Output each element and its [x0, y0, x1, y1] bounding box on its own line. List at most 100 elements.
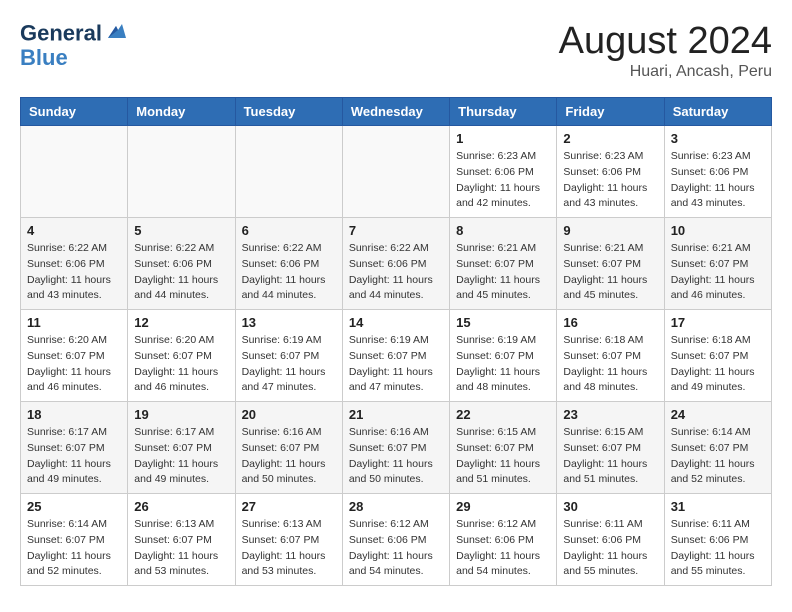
cell-line: Daylight: 11 hours — [242, 365, 336, 381]
day-number: 15 — [456, 315, 550, 330]
day-number: 16 — [563, 315, 657, 330]
cell-line: Sunset: 6:06 PM — [563, 165, 657, 181]
cell-content: Sunrise: 6:16 AMSunset: 6:07 PMDaylight:… — [349, 425, 443, 488]
cell-content: Sunrise: 6:23 AMSunset: 6:06 PMDaylight:… — [563, 149, 657, 212]
cell-content: Sunrise: 6:21 AMSunset: 6:07 PMDaylight:… — [671, 241, 765, 304]
cell-line: Sunset: 6:06 PM — [671, 165, 765, 181]
cell-line: and 52 minutes. — [27, 564, 121, 580]
cell-line: Sunrise: 6:22 AM — [242, 241, 336, 257]
cell-line: Sunset: 6:07 PM — [242, 349, 336, 365]
cell-line: Daylight: 11 hours — [242, 549, 336, 565]
cell-content: Sunrise: 6:17 AMSunset: 6:07 PMDaylight:… — [27, 425, 121, 488]
cell-line: Sunset: 6:07 PM — [27, 349, 121, 365]
logo: General Blue — [20, 20, 130, 71]
calendar-cell: 29 Sunrise: 6:12 AMSunset: 6:06 PMDayligh… — [450, 494, 557, 586]
cell-line: Sunset: 6:07 PM — [456, 257, 550, 273]
cell-line: Sunset: 6:06 PM — [134, 257, 228, 273]
cell-line: Sunset: 6:06 PM — [563, 533, 657, 549]
cell-line: and 47 minutes. — [242, 380, 336, 396]
calendar-cell: 22Sunrise: 6:15 AMSunset: 6:07 PMDayligh… — [450, 402, 557, 494]
cell-line: Sunrise: 6:19 AM — [456, 333, 550, 349]
cell-line: Sunrise: 6:19 AM — [242, 333, 336, 349]
cell-line: Daylight: 11 hours — [134, 273, 228, 289]
day-number: 4 — [27, 223, 121, 238]
calendar-cell: 9Sunrise: 6:21 AMSunset: 6:07 PMDaylight… — [557, 218, 664, 310]
cell-line: Daylight: 11 hours — [456, 549, 550, 565]
calendar-week-row: 18Sunrise: 6:17 AMSunset: 6:07 PMDayligh… — [21, 402, 772, 494]
cell-line: Sunrise: 6:19 AM — [349, 333, 443, 349]
day-number: 28 — [349, 499, 443, 514]
cell-line: Daylight: 11 hours — [134, 457, 228, 473]
cell-content: Sunrise: 6:20 AMSunset: 6:07 PMDaylight:… — [27, 333, 121, 396]
calendar-cell: 6Sunrise: 6:22 AMSunset: 6:06 PMDaylight… — [235, 218, 342, 310]
calendar-cell: 24Sunrise: 6:14 AMSunset: 6:07 PMDayligh… — [664, 402, 771, 494]
cell-line: Daylight: 11 hours — [456, 365, 550, 381]
cell-line: and 55 minutes. — [671, 564, 765, 580]
day-number: 23 — [563, 407, 657, 422]
cell-line: Sunset: 6:07 PM — [456, 349, 550, 365]
cell-line: Sunset: 6:07 PM — [671, 349, 765, 365]
cell-content: Sunrise: 6:14 AMSunset: 6:07 PMDaylight:… — [27, 517, 121, 580]
cell-content: Sunrise: 6:19 AMSunset: 6:07 PMDaylight:… — [242, 333, 336, 396]
cell-line: Sunrise: 6:17 AM — [134, 425, 228, 441]
calendar-cell: 16Sunrise: 6:18 AMSunset: 6:07 PMDayligh… — [557, 310, 664, 402]
cell-line: Sunrise: 6:12 AM — [456, 517, 550, 533]
cell-line: Sunset: 6:07 PM — [671, 441, 765, 457]
cell-content: Sunrise: 6:23 AMSunset: 6:06 PMDaylight:… — [456, 149, 550, 212]
cell-content: Sunrise: 6:12 AMSunset: 6:06 PMDaylight:… — [456, 517, 550, 580]
cell-line: Sunset: 6:07 PM — [27, 533, 121, 549]
day-number: 24 — [671, 407, 765, 422]
cell-line: and 48 minutes. — [456, 380, 550, 396]
calendar-cell: 25Sunrise: 6:14 AMSunset: 6:07 PMDayligh… — [21, 494, 128, 586]
cell-line: and 43 minutes. — [563, 196, 657, 212]
cell-line: and 49 minutes. — [134, 472, 228, 488]
cell-line: and 54 minutes. — [349, 564, 443, 580]
cell-line: and 49 minutes. — [671, 380, 765, 396]
cell-line: Sunrise: 6:16 AM — [242, 425, 336, 441]
cell-line: and 46 minutes. — [671, 288, 765, 304]
calendar-cell: 8Sunrise: 6:21 AMSunset: 6:07 PMDaylight… — [450, 218, 557, 310]
cell-line: and 46 minutes. — [134, 380, 228, 396]
day-number: 8 — [456, 223, 550, 238]
cell-line: Sunset: 6:07 PM — [27, 441, 121, 457]
cell-line: and 49 minutes. — [27, 472, 121, 488]
cell-line: Sunrise: 6:13 AM — [242, 517, 336, 533]
day-number: 6 — [242, 223, 336, 238]
calendar-cell: 26Sunrise: 6:13 AMSunset: 6:07 PMDayligh… — [128, 494, 235, 586]
cell-line: and 54 minutes. — [456, 564, 550, 580]
cell-line: and 53 minutes. — [242, 564, 336, 580]
calendar-cell: 31Sunrise: 6:11 AMSunset: 6:06 PMDayligh… — [664, 494, 771, 586]
cell-line: Daylight: 11 hours — [134, 549, 228, 565]
cell-line: and 44 minutes. — [134, 288, 228, 304]
cell-line: Daylight: 11 hours — [456, 273, 550, 289]
cell-line: Sunrise: 6:22 AM — [27, 241, 121, 257]
cell-line: Sunrise: 6:18 AM — [563, 333, 657, 349]
cell-line: Sunrise: 6:15 AM — [563, 425, 657, 441]
cell-content: Sunrise: 6:19 AMSunset: 6:07 PMDaylight:… — [349, 333, 443, 396]
cell-line: Sunrise: 6:23 AM — [456, 149, 550, 165]
cell-line: Daylight: 11 hours — [242, 273, 336, 289]
cell-line: and 50 minutes. — [242, 472, 336, 488]
cell-line: Sunset: 6:07 PM — [671, 257, 765, 273]
cell-line: and 52 minutes. — [671, 472, 765, 488]
cell-line: Sunset: 6:06 PM — [349, 533, 443, 549]
cell-line: Daylight: 11 hours — [563, 549, 657, 565]
cell-content: Sunrise: 6:19 AMSunset: 6:07 PMDaylight:… — [456, 333, 550, 396]
calendar-cell — [128, 126, 235, 218]
cell-line: Sunset: 6:07 PM — [134, 349, 228, 365]
cell-line: Sunset: 6:06 PM — [456, 533, 550, 549]
cell-line: and 43 minutes. — [671, 196, 765, 212]
calendar-cell: 18Sunrise: 6:17 AMSunset: 6:07 PMDayligh… — [21, 402, 128, 494]
calendar-cell: 4Sunrise: 6:22 AMSunset: 6:06 PMDaylight… — [21, 218, 128, 310]
weekday-header-monday: Monday — [128, 98, 235, 126]
weekday-header-sunday: Sunday — [21, 98, 128, 126]
cell-content: Sunrise: 6:17 AMSunset: 6:07 PMDaylight:… — [134, 425, 228, 488]
day-number: 17 — [671, 315, 765, 330]
day-number: 10 — [671, 223, 765, 238]
cell-content: Sunrise: 6:12 AMSunset: 6:06 PMDaylight:… — [349, 517, 443, 580]
day-number: 13 — [242, 315, 336, 330]
cell-content: Sunrise: 6:13 AMSunset: 6:07 PMDaylight:… — [242, 517, 336, 580]
calendar-cell: 11Sunrise: 6:20 AMSunset: 6:07 PMDayligh… — [21, 310, 128, 402]
cell-content: Sunrise: 6:20 AMSunset: 6:07 PMDaylight:… — [134, 333, 228, 396]
day-number: 29 — [456, 499, 550, 514]
